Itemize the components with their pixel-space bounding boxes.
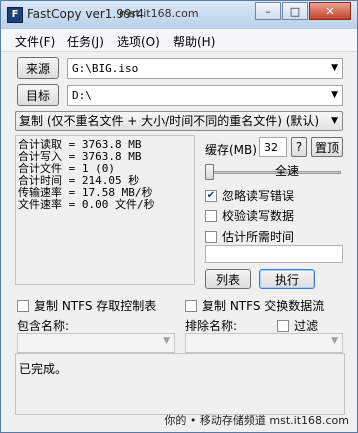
checkbox-box[interactable]: ✔ — [205, 189, 217, 202]
window-controls: – □ ✕ — [254, 2, 351, 20]
ignore-errors-checkbox[interactable]: ✔ 忽略读写错误 — [205, 187, 294, 204]
buffer-size-input[interactable]: 32 — [259, 137, 287, 157]
copy-mode-select[interactable]: 复制 (仅不重名文件 + 大小/时间不同的重名文件) (默认) ▼ — [15, 111, 343, 131]
copy-streams-label: 复制 NTFS 交换数据流 — [202, 299, 325, 313]
estimate-time-checkbox[interactable]: 估计所需时间 — [205, 228, 294, 245]
copy-streams-checkbox[interactable]: 复制 NTFS 交换数据流 — [185, 297, 324, 314]
estimate-time-label: 估计所需时间 — [222, 230, 295, 244]
stats-panel: 合计读取 = 3763.8 MB 合计写入 = 3763.8 MB 合计文件 =… — [15, 135, 195, 285]
copy-acl-checkbox[interactable]: 复制 NTFS 存取控制表 — [17, 297, 156, 314]
chevron-down-icon[interactable]: ▼ — [163, 336, 170, 346]
filter-label: 过滤 — [294, 319, 319, 333]
checkbox-box[interactable] — [17, 299, 29, 312]
buffer-label: 缓存(MB) — [205, 143, 257, 157]
checkbox-box[interactable] — [277, 319, 289, 332]
status-log: 已完成。 — [15, 353, 345, 415]
speed-label: 全速 — [275, 164, 300, 178]
menu-options[interactable]: 选项(O) — [117, 33, 160, 50]
chevron-down-icon[interactable]: ▼ — [331, 59, 338, 78]
destination-path-value: D:\ — [72, 89, 92, 102]
minimize-button[interactable]: – — [255, 2, 281, 20]
checkbox-box[interactable] — [185, 299, 197, 312]
include-combo[interactable]: ▼ — [17, 333, 175, 353]
estimate-progress-field — [205, 245, 343, 263]
list-button[interactable]: 列表 — [205, 269, 251, 289]
always-on-top-button[interactable]: 置顶 — [311, 137, 343, 157]
source-path-combo[interactable]: G:\BIG.iso ▼ — [67, 58, 343, 79]
include-label: 包含名称: — [17, 319, 70, 333]
source-button[interactable]: 来源 — [17, 57, 59, 79]
app-icon: F — [7, 7, 23, 23]
menu-bar: 文件(F) 任务(J) 选项(O) 帮助(H) — [1, 29, 357, 52]
verify-checkbox[interactable]: 校验读写数据 — [205, 207, 294, 224]
checkbox-box[interactable] — [205, 209, 217, 222]
menu-file[interactable]: 文件(F) — [15, 33, 55, 50]
chevron-down-icon[interactable]: ▼ — [331, 86, 338, 105]
verify-label: 校验读写数据 — [222, 209, 295, 223]
speed-slider-thumb[interactable] — [205, 164, 214, 180]
chevron-down-icon[interactable]: ▼ — [331, 336, 338, 346]
destination-button[interactable]: 目标 — [17, 84, 59, 106]
exclude-label: 排除名称: — [185, 319, 238, 333]
footer-watermark: 你的 • 移动存储频道 mst.it168.com — [164, 414, 349, 427]
help-button[interactable]: ? — [291, 137, 307, 157]
execute-button[interactable]: 执行 — [259, 269, 315, 289]
chevron-down-icon[interactable]: ▼ — [331, 112, 338, 130]
exclude-combo[interactable]: ▼ — [185, 333, 343, 353]
close-button[interactable]: ✕ — [309, 2, 351, 20]
copy-mode-value: 复制 (仅不重名文件 + 大小/时间不同的重名文件) (默认) — [19, 114, 320, 128]
stat-file-rate: 文件速率 = 0.00 文件/秒 — [18, 198, 155, 211]
maximize-button[interactable]: □ — [282, 2, 308, 20]
filter-checkbox[interactable]: 过滤 — [277, 317, 318, 334]
ignore-errors-label: 忽略读写错误 — [222, 189, 295, 203]
watermark-top: mst.it168.com — [119, 7, 199, 20]
destination-path-combo[interactable]: D:\ ▼ — [67, 85, 343, 106]
source-path-value: G:\BIG.iso — [72, 62, 139, 75]
copy-acl-label: 复制 NTFS 存取控制表 — [34, 299, 157, 313]
speed-slider-track[interactable] — [205, 171, 341, 174]
menu-help[interactable]: 帮助(H) — [173, 33, 215, 50]
fastcopy-window: F FastCopy ver1.99r4 mst.it168.com – □ ✕… — [0, 0, 358, 433]
menu-job[interactable]: 任务(J) — [67, 33, 104, 50]
checkbox-box[interactable] — [205, 230, 217, 243]
status-text: 已完成。 — [19, 362, 68, 376]
title-bar[interactable]: F FastCopy ver1.99r4 mst.it168.com – □ ✕ — [1, 1, 357, 29]
